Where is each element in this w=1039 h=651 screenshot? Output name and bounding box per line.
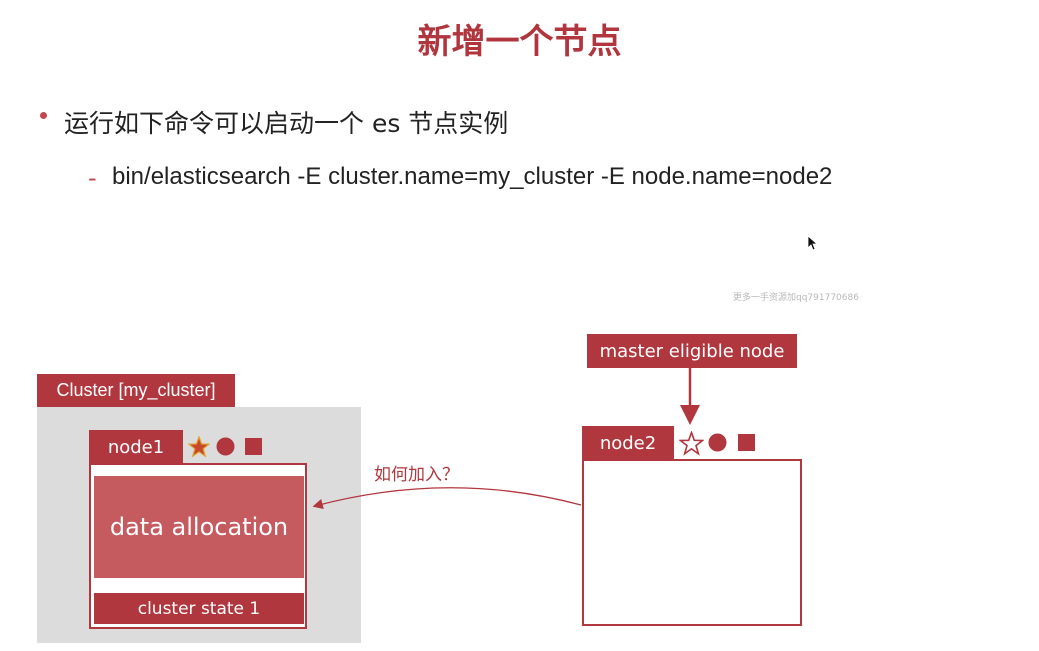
bullet-dot [40, 112, 47, 119]
cluster-label: Cluster [my_cluster] [37, 374, 235, 407]
square-icon [738, 434, 755, 451]
circle-icon [216, 437, 235, 456]
data-allocation-block: data allocation [94, 476, 304, 578]
star-outline-icon [679, 431, 704, 456]
bullet-text: 运行如下命令可以启动一个 es 节点实例 [64, 109, 509, 138]
join-question-label: 如何加入？ [374, 465, 459, 485]
node2-label: node2 [582, 426, 674, 460]
square-icon [245, 438, 262, 455]
node2-box [582, 459, 802, 626]
watermark: 更多一手资源加qq791770686 [733, 293, 859, 303]
mouse-cursor-icon [807, 235, 817, 251]
sub-bullet-dash: - [88, 164, 97, 192]
cluster-state-block: cluster state 1 [94, 593, 304, 624]
node1-label: node1 [89, 430, 183, 464]
command-text: bin/elasticsearch -E cluster.name=my_clu… [112, 163, 833, 190]
slide-title: 新增一个节点 [417, 22, 622, 62]
circle-icon [708, 433, 727, 452]
master-eligible-label: master eligible node [587, 334, 797, 368]
star-filled-icon [188, 436, 210, 458]
